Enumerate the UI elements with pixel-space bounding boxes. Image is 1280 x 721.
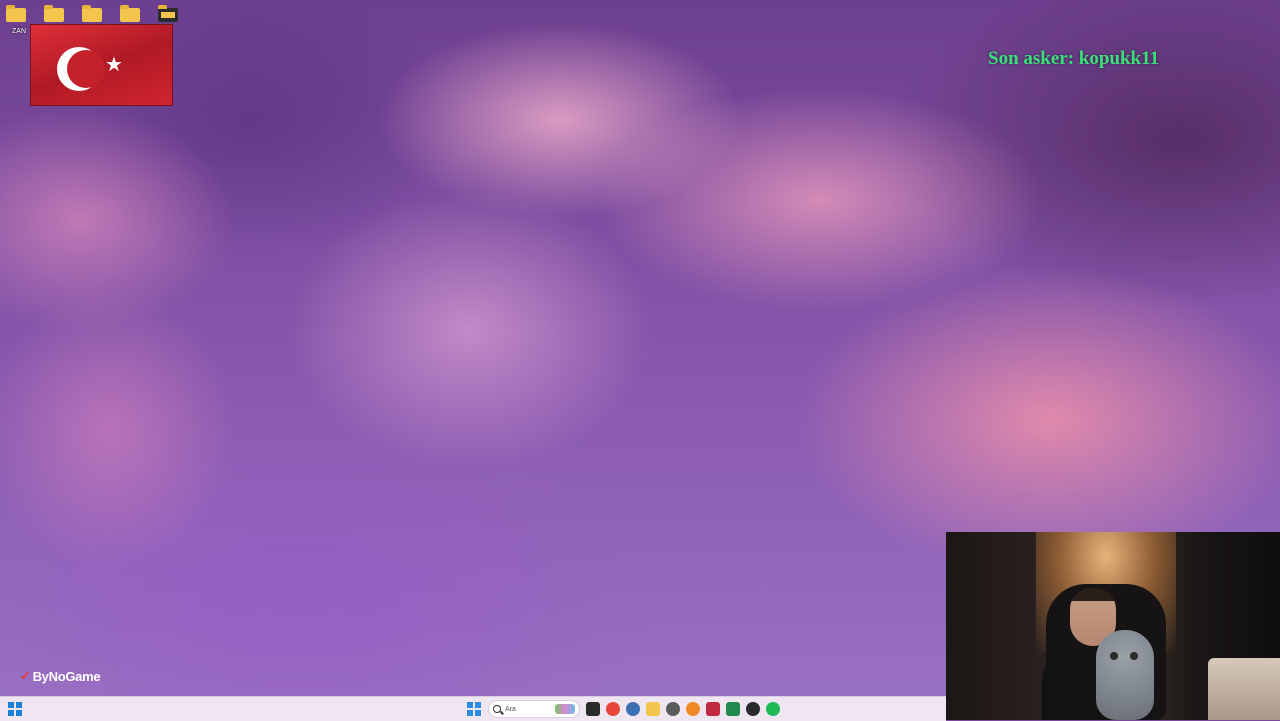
folder-icon[interactable]: [82, 4, 102, 22]
spotify-icon[interactable]: [766, 702, 780, 716]
turkish-flag-image[interactable]: ★: [30, 24, 173, 106]
browser-icon[interactable]: [686, 702, 700, 716]
desktop-icon-caption: ZAN: [12, 28, 26, 35]
steam-icon[interactable]: [626, 702, 640, 716]
chrome-icon[interactable]: [606, 702, 620, 716]
search-placeholder: Ara: [505, 705, 516, 713]
folder-icon[interactable]: [158, 4, 178, 22]
excel-icon[interactable]: [726, 702, 740, 716]
brand-watermark: ✓ ByNoGame: [20, 668, 101, 684]
taskbar: Ara: [0, 696, 946, 721]
brand-mark-icon: ✓: [20, 668, 31, 683]
brand-name: ByNoGame: [32, 668, 101, 684]
search-icon: [493, 705, 501, 713]
file-explorer-icon[interactable]: [586, 702, 600, 716]
folder-icon[interactable]: [646, 702, 660, 716]
taskbar-center: Ara: [466, 700, 780, 718]
desktop-icons: [6, 4, 178, 22]
obs-icon[interactable]: [746, 702, 760, 716]
start-button[interactable]: [466, 701, 482, 717]
media-icon[interactable]: [706, 702, 720, 716]
folder-icon[interactable]: [44, 4, 64, 22]
search-highlight-icon: [555, 704, 575, 714]
widgets-icon[interactable]: [8, 702, 22, 716]
app-icon[interactable]: [666, 702, 680, 716]
plush-toy: [1096, 630, 1154, 720]
webcam-overlay: [946, 532, 1280, 720]
taskbar-search[interactable]: Ara: [488, 700, 580, 718]
stream-overlay-last-follower: Son asker: kopukk11: [988, 48, 1160, 69]
folder-icon[interactable]: [6, 4, 26, 22]
folder-icon[interactable]: [120, 4, 140, 22]
